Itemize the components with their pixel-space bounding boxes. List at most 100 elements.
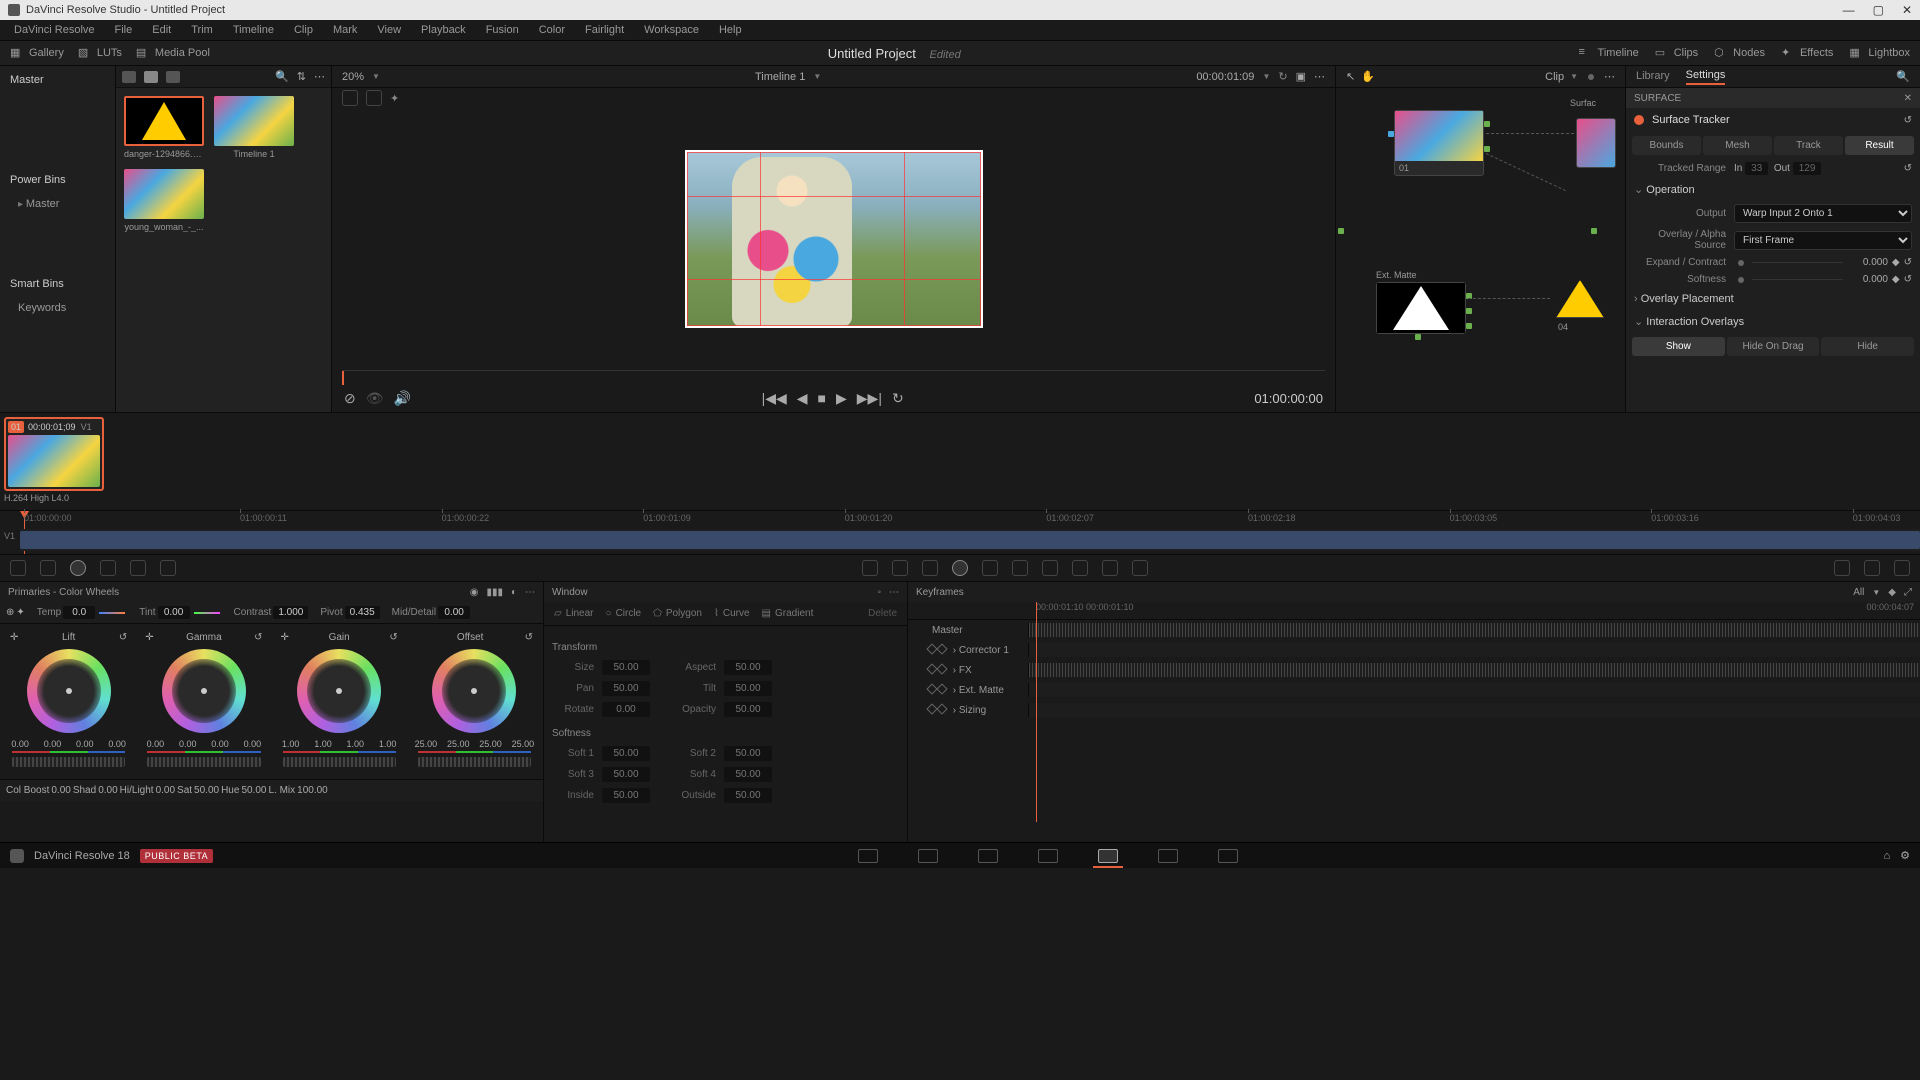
- section-overlay-placement[interactable]: Overlay Placement: [1626, 288, 1920, 310]
- home-icon[interactable]: ⌂: [1883, 850, 1890, 862]
- aspect-field[interactable]: 50.00: [724, 660, 772, 675]
- hdr-tool-icon[interactable]: [100, 560, 116, 576]
- tint-field[interactable]: 0.00: [158, 606, 190, 619]
- lift-picker-icon[interactable]: ✛: [10, 632, 18, 643]
- nodes-toggle[interactable]: ⬡Nodes: [1714, 46, 1765, 60]
- zoom-value[interactable]: 20%: [342, 71, 364, 83]
- viewer-canvas[interactable]: [685, 150, 983, 328]
- timeline-ruler[interactable]: 01:00:00:0001:00:00:1101:00:00:2201:00:0…: [0, 510, 1920, 554]
- warper-icon[interactable]: [892, 560, 908, 576]
- gradient-shape-button[interactable]: ▤ Gradient: [762, 608, 814, 619]
- stop-button[interactable]: ■: [818, 390, 826, 406]
- soft3-field[interactable]: 50.00: [602, 767, 650, 782]
- clip-thumbnail[interactable]: 0100:00:01;09 V1: [4, 417, 104, 491]
- view-thumb-icon[interactable]: [144, 71, 158, 83]
- sort-icon[interactable]: ⇅: [297, 70, 306, 83]
- overlay-hide-on-drag[interactable]: Hide On Drag: [1727, 337, 1820, 356]
- curve-shape-button[interactable]: ⌇ Curve: [714, 608, 750, 619]
- overlay-source-select[interactable]: First Frame: [1734, 231, 1912, 250]
- first-frame-button[interactable]: |◀◀: [762, 390, 787, 407]
- node-danger-overlay[interactable]: [1556, 280, 1604, 318]
- tab-result[interactable]: Result: [1845, 136, 1914, 155]
- menu-timeline[interactable]: Timeline: [225, 22, 282, 38]
- lightbox-toggle[interactable]: ▦Lightbox: [1849, 46, 1910, 60]
- 3d-icon[interactable]: [1132, 560, 1148, 576]
- kf-track-corrector[interactable]: [1028, 643, 1920, 657]
- loop-button[interactable]: ↻: [892, 390, 904, 407]
- softness-value[interactable]: 0.000: [1843, 274, 1888, 285]
- pan-field[interactable]: 50.00: [602, 681, 650, 696]
- tilt-field[interactable]: 50.00: [724, 681, 772, 696]
- menu-clip[interactable]: Clip: [286, 22, 321, 38]
- hilight-field[interactable]: 0.00: [156, 785, 175, 796]
- overlay-hide[interactable]: Hide: [1821, 337, 1914, 356]
- keyframe-filter-all[interactable]: All: [1853, 587, 1864, 598]
- outside-field[interactable]: 50.00: [724, 788, 772, 803]
- page-media[interactable]: [858, 849, 878, 863]
- node-ext-matte[interactable]: [1376, 282, 1466, 334]
- reset-icon[interactable]: ↺: [1904, 115, 1912, 126]
- soft1-field[interactable]: 50.00: [602, 746, 650, 761]
- menu-workspace[interactable]: Workspace: [636, 22, 707, 38]
- menu-file[interactable]: File: [107, 22, 141, 38]
- media-thumb[interactable]: danger-1294866.p...: [124, 96, 204, 159]
- hue-field[interactable]: 50.00: [241, 785, 266, 796]
- info-icon[interactable]: [1894, 560, 1910, 576]
- awb-icon[interactable]: ✦: [16, 607, 24, 618]
- temp-field[interactable]: 0.0: [63, 606, 95, 619]
- bars-mode-icon[interactable]: ▮▮▮: [486, 587, 503, 598]
- picker-icon[interactable]: ⊕: [6, 607, 14, 618]
- options-icon[interactable]: ⋯: [314, 70, 325, 83]
- gamma-jog[interactable]: [147, 757, 260, 767]
- keyframe-playhead[interactable]: [1036, 602, 1037, 822]
- timeline-toggle[interactable]: ≡Timeline: [1579, 46, 1639, 60]
- window-options-icon[interactable]: ⋯: [889, 587, 899, 598]
- pointer-icon[interactable]: ↖: [1346, 70, 1355, 83]
- circle-shape-button[interactable]: ○ Circle: [606, 608, 642, 619]
- reset-icon[interactable]: ↺: [1904, 274, 1912, 285]
- node-01[interactable]: 01: [1394, 110, 1484, 176]
- page-fusion[interactable]: [1038, 849, 1058, 863]
- qualifier-tool-icon[interactable]: [40, 560, 56, 576]
- graph-input-pin[interactable]: [1338, 228, 1344, 234]
- shad-field[interactable]: 0.00: [98, 785, 117, 796]
- prev-frame-button[interactable]: ◀: [797, 390, 808, 407]
- unmix-icon[interactable]: 👁: [366, 390, 384, 407]
- minimize-button[interactable]: —: [1843, 3, 1855, 17]
- effects-toggle[interactable]: ✦Effects: [1781, 46, 1833, 60]
- view-detail-icon[interactable]: [166, 71, 180, 83]
- page-deliver[interactable]: [1218, 849, 1238, 863]
- menu-trim[interactable]: Trim: [183, 22, 221, 38]
- menu-edit[interactable]: Edit: [144, 22, 179, 38]
- tab-bounds[interactable]: Bounds: [1632, 136, 1701, 155]
- page-color[interactable]: [1098, 849, 1118, 863]
- rotate-field[interactable]: 0.00: [602, 702, 650, 717]
- timeline-name[interactable]: Timeline 1: [755, 71, 805, 83]
- magic-mask-icon[interactable]: [1012, 560, 1028, 576]
- highlight-icon[interactable]: ▣: [1296, 70, 1306, 83]
- project-settings-icon[interactable]: ⚙: [1900, 849, 1910, 862]
- viewer-scrubber[interactable]: [342, 370, 1325, 384]
- reset-range-icon[interactable]: ↺: [1904, 163, 1912, 174]
- gain-picker-icon[interactable]: ✛: [281, 632, 289, 643]
- powerbin-master[interactable]: Master: [0, 194, 115, 214]
- viewer-timecode[interactable]: 00:00:01:09: [1196, 71, 1254, 83]
- rgb-mixer-tool-icon[interactable]: [130, 560, 146, 576]
- sizing-icon[interactable]: [1102, 560, 1118, 576]
- soft4-field[interactable]: 50.00: [724, 767, 772, 782]
- tab-library[interactable]: Library: [1636, 70, 1670, 84]
- section-interaction-overlays[interactable]: Interaction Overlays: [1626, 310, 1920, 333]
- scopes-icon[interactable]: [1864, 560, 1880, 576]
- powerbins-header[interactable]: Power Bins: [0, 166, 115, 194]
- curves-tool-icon[interactable]: [10, 560, 26, 576]
- primaries-options-icon[interactable]: ⋯: [525, 587, 535, 598]
- tab-mesh[interactable]: Mesh: [1703, 136, 1772, 155]
- curve-palette-icon[interactable]: [862, 560, 878, 576]
- menu-color[interactable]: Color: [531, 22, 573, 38]
- gamma-picker-icon[interactable]: ✛: [145, 632, 153, 643]
- keyframe-mode-icon[interactable]: [1834, 560, 1850, 576]
- gain-reset-icon[interactable]: ↺: [389, 632, 397, 643]
- smartbins-header[interactable]: Smart Bins: [0, 270, 115, 298]
- tab-settings[interactable]: Settings: [1686, 69, 1726, 85]
- menu-mark[interactable]: Mark: [325, 22, 365, 38]
